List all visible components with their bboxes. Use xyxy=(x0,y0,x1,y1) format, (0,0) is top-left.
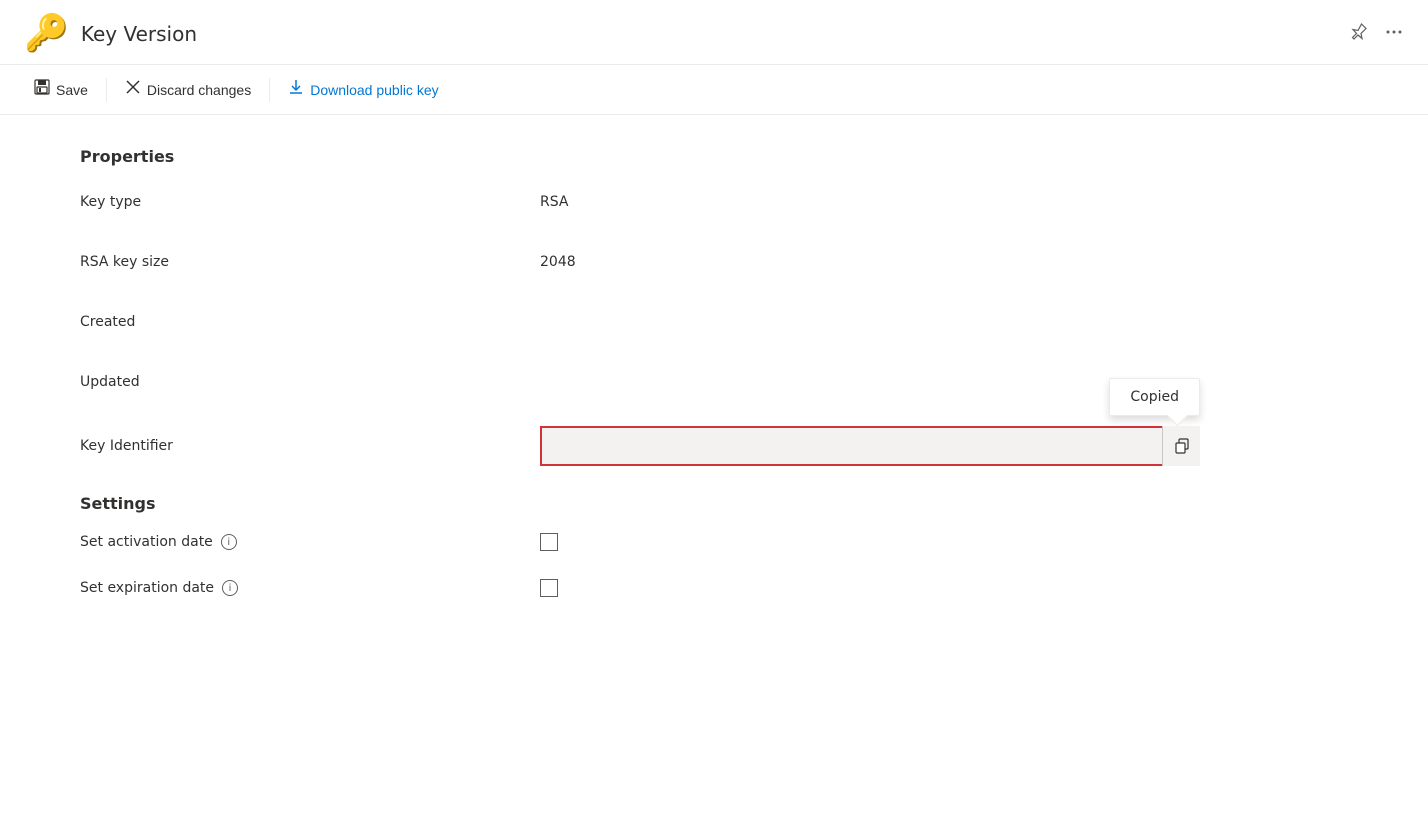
key-identifier-label: Key Identifier xyxy=(80,438,540,454)
download-icon xyxy=(288,79,304,100)
rsa-key-size-label: RSA key size xyxy=(80,254,540,270)
settings-section-title: Settings xyxy=(80,494,1348,513)
copied-text: Copied xyxy=(1130,389,1179,405)
key-icon: 🔑 xyxy=(24,16,69,52)
key-identifier-input[interactable] xyxy=(540,426,1200,466)
page-content: Properties Key type RSA RSA key size 204… xyxy=(0,115,1428,657)
download-label: Download public key xyxy=(310,82,438,98)
key-type-row: Key type RSA xyxy=(80,186,1348,218)
key-type-value: RSA xyxy=(540,194,568,210)
activation-date-checkbox[interactable] xyxy=(540,533,558,551)
discard-label: Discard changes xyxy=(147,82,251,98)
pin-icon[interactable] xyxy=(1348,22,1368,47)
more-options-icon[interactable] xyxy=(1384,22,1404,47)
expiration-date-checkbox[interactable] xyxy=(540,579,558,597)
rsa-key-size-value: 2048 xyxy=(540,254,576,270)
copy-button[interactable] xyxy=(1162,426,1200,466)
rsa-key-size-row: RSA key size 2048 xyxy=(80,246,1348,278)
settings-section: Settings Set activation date i Set expir… xyxy=(80,494,1348,597)
toolbar-separator-1 xyxy=(106,78,107,102)
page-title: Key Version xyxy=(81,22,197,46)
updated-label: Updated xyxy=(80,374,540,390)
page-header: 🔑 Key Version xyxy=(0,0,1428,64)
expiration-date-text: Set expiration date xyxy=(80,580,214,596)
save-button[interactable]: Save xyxy=(24,73,98,106)
expiration-date-row: Set expiration date i xyxy=(80,579,1348,597)
toolbar: Save Discard changes Download public key xyxy=(0,64,1428,115)
key-identifier-row: Key Identifier Copied xyxy=(80,426,1348,466)
toolbar-separator-2 xyxy=(269,78,270,102)
created-label: Created xyxy=(80,314,540,330)
discard-button[interactable]: Discard changes xyxy=(115,73,261,106)
properties-section-title: Properties xyxy=(80,147,1348,166)
created-row: Created xyxy=(80,306,1348,338)
expiration-date-info-icon[interactable]: i xyxy=(222,580,238,596)
activation-date-label: Set activation date i xyxy=(80,534,540,550)
save-label: Save xyxy=(56,82,88,98)
header-left: 🔑 Key Version xyxy=(24,16,197,52)
activation-date-text: Set activation date xyxy=(80,534,213,550)
download-public-key-button[interactable]: Download public key xyxy=(278,73,448,106)
activation-date-info-icon[interactable]: i xyxy=(221,534,237,550)
key-identifier-input-wrapper: Copied xyxy=(540,426,1200,466)
key-type-label: Key type xyxy=(80,194,540,210)
expiration-date-label: Set expiration date i xyxy=(80,580,540,596)
save-icon xyxy=(34,79,50,100)
header-actions xyxy=(1348,22,1404,47)
copied-tooltip: Copied xyxy=(1109,378,1200,416)
discard-icon xyxy=(125,79,141,100)
activation-date-row: Set activation date i xyxy=(80,533,1348,551)
